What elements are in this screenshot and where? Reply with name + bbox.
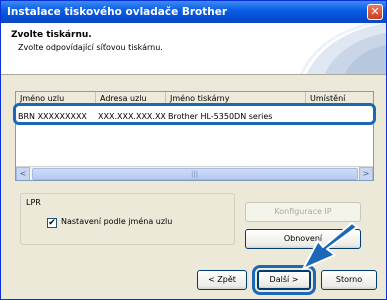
wizard-art-icon (299, 23, 386, 74)
horizontal-scrollbar[interactable]: < ||| > (16, 166, 373, 180)
scroll-thumb[interactable]: ||| (32, 168, 358, 180)
refresh-button[interactable]: Obnovení (245, 229, 361, 249)
close-icon[interactable]: ✕ (367, 4, 383, 20)
page-subtitle: Zvolte odpovídající síťovou tiskárnu. (18, 43, 163, 52)
title-bar: Instalace tiskového ovladače Brother ✕ (1, 1, 386, 23)
installer-window: Instalace tiskového ovladače Brother ✕ Z… (0, 0, 387, 300)
row-highlight (13, 103, 376, 125)
next-highlight (252, 265, 316, 295)
scroll-grip-icon: ||| (191, 170, 199, 178)
scroll-right-button[interactable]: > (359, 167, 373, 180)
node-name-checkbox[interactable]: ✔ (47, 218, 57, 228)
scroll-left-button[interactable]: < (16, 167, 30, 180)
page-title: Zvolte tiskárnu. (11, 30, 92, 40)
cancel-button[interactable]: Storno (321, 270, 377, 290)
wizard-header: Zvolte tiskárnu. Zvolte odpovídající síť… (1, 23, 386, 75)
configure-ip-button[interactable]: Konfigurace IP (245, 202, 361, 222)
lpr-group-label: LPR (26, 198, 41, 207)
check-icon: ✔ (48, 218, 56, 228)
window-title: Instalace tiskového ovladače Brother (7, 6, 228, 18)
node-name-checkbox-label[interactable]: Nastavení podle jména uzlu (61, 217, 172, 226)
back-button[interactable]: < Zpět (197, 270, 247, 290)
